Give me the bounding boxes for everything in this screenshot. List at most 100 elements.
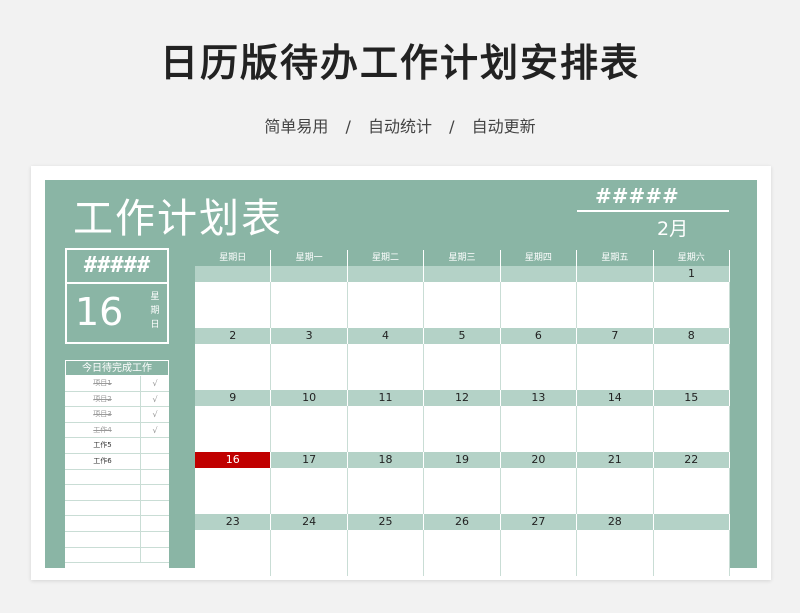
day-cell[interactable] xyxy=(653,530,730,576)
todo-row[interactable]: 项目1 √ xyxy=(65,376,169,392)
todo-check[interactable] xyxy=(141,516,169,531)
day-number[interactable]: 8 xyxy=(653,328,730,344)
todo-row[interactable]: 工作4 √ xyxy=(65,422,169,439)
day-cell[interactable] xyxy=(577,344,654,390)
day-number[interactable]: 23 xyxy=(195,514,272,530)
day-number[interactable]: 10 xyxy=(271,390,348,406)
todo-check[interactable]: √ xyxy=(141,407,169,422)
todo-row[interactable]: 项目3 √ xyxy=(65,407,169,423)
todo-check[interactable]: √ xyxy=(141,392,169,407)
todo-row[interactable]: 项目2 √ xyxy=(65,391,169,408)
day-cell[interactable] xyxy=(195,406,272,452)
day-cell[interactable] xyxy=(577,468,654,514)
day-cell[interactable] xyxy=(424,468,501,514)
day-number[interactable]: 3 xyxy=(271,328,348,344)
day-cell[interactable] xyxy=(195,344,272,390)
todo-check[interactable] xyxy=(141,501,169,516)
day-number[interactable] xyxy=(195,266,272,282)
todo-task[interactable] xyxy=(65,469,141,485)
day-cell[interactable] xyxy=(500,282,578,328)
day-cell[interactable] xyxy=(577,406,654,452)
day-cell[interactable] xyxy=(347,468,425,514)
day-cell[interactable] xyxy=(653,406,730,452)
day-number[interactable]: 5 xyxy=(424,328,501,344)
day-number[interactable]: 1 xyxy=(653,266,730,282)
day-number[interactable]: 7 xyxy=(577,328,654,344)
day-cell[interactable] xyxy=(577,530,654,576)
day-cell[interactable] xyxy=(653,344,730,390)
todo-check[interactable] xyxy=(141,485,169,500)
todo-check[interactable] xyxy=(141,438,169,453)
day-number[interactable]: 6 xyxy=(500,328,578,344)
day-cell[interactable] xyxy=(271,468,348,514)
day-number[interactable]: 11 xyxy=(347,390,425,406)
todo-row[interactable] xyxy=(65,531,169,548)
day-number[interactable] xyxy=(500,266,578,282)
date-hash-cell[interactable]: ##### xyxy=(65,248,169,284)
todo-check[interactable] xyxy=(141,548,169,563)
todo-row[interactable]: 工作6 xyxy=(65,453,169,470)
day-cell[interactable] xyxy=(347,530,425,576)
day-cell[interactable] xyxy=(653,282,730,328)
day-number[interactable]: 21 xyxy=(577,452,654,468)
todo-task[interactable]: 项目1 xyxy=(65,376,141,391)
todo-task[interactable]: 项目3 xyxy=(65,407,141,422)
day-number[interactable]: 17 xyxy=(271,452,348,468)
todo-check[interactable]: √ xyxy=(141,423,169,438)
todo-row[interactable] xyxy=(65,485,169,501)
day-number[interactable]: 27 xyxy=(500,514,578,530)
day-number[interactable]: 16 xyxy=(195,452,272,468)
day-number[interactable]: 14 xyxy=(577,390,654,406)
todo-task[interactable] xyxy=(65,500,141,516)
todo-task[interactable] xyxy=(65,547,141,563)
day-number[interactable]: 2 xyxy=(195,328,272,344)
month-cell[interactable]: 2月 xyxy=(657,214,688,241)
day-number[interactable]: 22 xyxy=(653,452,730,468)
day-cell[interactable] xyxy=(577,282,654,328)
day-number[interactable] xyxy=(271,266,348,282)
day-number[interactable]: 20 xyxy=(500,452,578,468)
day-number[interactable]: 9 xyxy=(195,390,272,406)
day-number[interactable] xyxy=(347,266,425,282)
todo-task[interactable] xyxy=(65,531,141,547)
todo-row[interactable] xyxy=(65,547,169,564)
day-number[interactable]: 24 xyxy=(271,514,348,530)
day-cell[interactable] xyxy=(500,530,578,576)
day-number[interactable]: 25 xyxy=(347,514,425,530)
todo-row[interactable] xyxy=(65,500,169,517)
day-cell[interactable] xyxy=(653,468,730,514)
year-cell[interactable]: ##### xyxy=(595,184,679,208)
day-cell[interactable] xyxy=(424,406,501,452)
day-cell[interactable] xyxy=(271,282,348,328)
todo-task[interactable] xyxy=(65,485,141,500)
todo-task[interactable]: 工作5 xyxy=(65,438,141,453)
todo-check[interactable] xyxy=(141,470,169,485)
day-number[interactable]: 15 xyxy=(653,390,730,406)
day-cell[interactable] xyxy=(424,282,501,328)
day-cell[interactable] xyxy=(195,530,272,576)
day-cell[interactable] xyxy=(347,344,425,390)
todo-row[interactable] xyxy=(65,516,169,532)
todo-task[interactable]: 工作4 xyxy=(65,422,141,438)
day-number[interactable] xyxy=(424,266,501,282)
day-number[interactable]: 18 xyxy=(347,452,425,468)
day-number[interactable]: 26 xyxy=(424,514,501,530)
day-cell[interactable] xyxy=(500,468,578,514)
todo-row[interactable] xyxy=(65,469,169,486)
day-number[interactable]: 12 xyxy=(424,390,501,406)
todo-task[interactable]: 工作6 xyxy=(65,453,141,469)
day-cell[interactable] xyxy=(500,406,578,452)
day-number[interactable] xyxy=(577,266,654,282)
day-cell[interactable] xyxy=(271,344,348,390)
day-cell[interactable] xyxy=(424,530,501,576)
todo-check[interactable] xyxy=(141,454,169,469)
day-cell[interactable] xyxy=(195,468,272,514)
day-number[interactable]: 13 xyxy=(500,390,578,406)
todo-check[interactable] xyxy=(141,532,169,547)
todo-task[interactable] xyxy=(65,516,141,531)
day-number[interactable] xyxy=(653,514,730,530)
todo-task[interactable]: 项目2 xyxy=(65,391,141,407)
day-cell[interactable] xyxy=(424,344,501,390)
day-cell[interactable] xyxy=(195,282,272,328)
day-number[interactable]: 19 xyxy=(424,452,501,468)
